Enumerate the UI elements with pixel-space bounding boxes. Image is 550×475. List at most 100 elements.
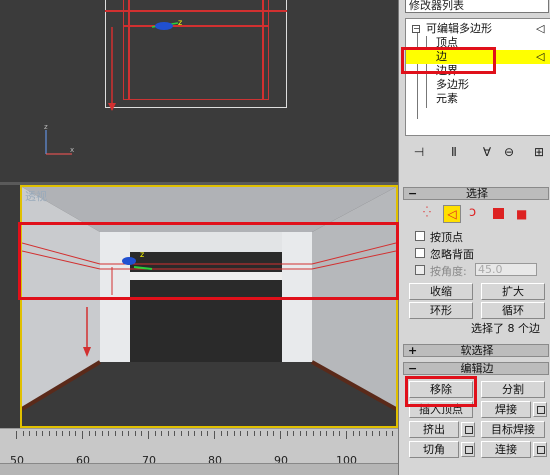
timeline-tick xyxy=(365,431,367,436)
timeline-tick xyxy=(134,431,136,436)
timeline-tick xyxy=(359,431,361,436)
connect-button[interactable]: 连接 xyxy=(481,441,531,458)
timeline-tick xyxy=(379,431,380,436)
timeline-tick xyxy=(280,431,281,439)
timeline-tick xyxy=(227,431,229,436)
insert-vertex-button[interactable]: 插入顶点 xyxy=(409,401,473,418)
border-mode-icon[interactable]: ↄ xyxy=(469,205,476,220)
modifier-list-dropdown[interactable]: 修改器列表 xyxy=(405,0,549,13)
stack-item-edge[interactable]: 边 ◁ xyxy=(406,50,550,64)
stack-item-label: 边 xyxy=(436,50,447,63)
ring-button[interactable]: 环形 xyxy=(409,302,473,319)
timeline-tick xyxy=(88,431,90,436)
timeline-tick xyxy=(101,431,103,436)
shrink-button[interactable]: 收缩 xyxy=(409,283,473,300)
timeline-tick xyxy=(95,431,97,436)
loop-button[interactable]: 循环 xyxy=(481,302,545,319)
stack-item-label: 多边形 xyxy=(436,78,469,91)
viewport-front[interactable]: z z x xyxy=(0,0,398,182)
split-button[interactable]: 分割 xyxy=(481,381,545,398)
stack-item-polygon[interactable]: 多边形 xyxy=(406,78,550,92)
timeline-tick xyxy=(332,431,334,436)
timeline-tick xyxy=(299,431,301,436)
target-weld-button[interactable]: 目标焊接 xyxy=(481,421,545,438)
viewport-left-edge xyxy=(0,185,20,428)
extrude-settings-button[interactable] xyxy=(461,422,475,437)
vertex-mode-icon[interactable]: ⁛ xyxy=(423,207,431,218)
element-mode-icon[interactable]: ■ xyxy=(516,207,527,221)
grow-button[interactable]: 扩大 xyxy=(481,283,545,300)
polygon-mode-icon[interactable] xyxy=(493,208,504,219)
by-vertex-label: 按顶点 xyxy=(430,231,463,244)
timeline-tick xyxy=(42,431,44,436)
rollout-soft-selection-header[interactable]: + 软选择 xyxy=(403,344,549,357)
stack-item-vertex[interactable]: 顶点 xyxy=(406,36,550,50)
timeline-tick xyxy=(161,431,163,436)
timeline-tick xyxy=(313,431,314,436)
timeline-tick xyxy=(207,431,209,436)
timeline-tick xyxy=(154,431,156,436)
svg-text:z: z xyxy=(140,250,144,259)
light-bulb-icon[interactable]: ◁ xyxy=(536,50,544,64)
timeline-tick xyxy=(174,431,176,436)
modifier-stack[interactable]: − 可编辑多边形 ◁ 顶点 边 ◁ 边界 多边形 元素 xyxy=(405,18,550,136)
configure-sets-icon[interactable]: ⊞ xyxy=(529,143,549,161)
pin-stack-icon[interactable]: ⊣ xyxy=(409,143,429,161)
timeline-tick xyxy=(187,431,189,436)
timeline-tick xyxy=(167,431,169,436)
remove-button[interactable]: 移除 xyxy=(409,381,473,398)
timeline-tick xyxy=(260,431,262,436)
timeline-tick xyxy=(16,431,17,439)
by-vertex-checkbox[interactable] xyxy=(415,231,425,241)
remove-modifier-icon[interactable]: ⊖ xyxy=(499,143,519,161)
weld-settings-button[interactable] xyxy=(533,402,547,417)
make-unique-icon[interactable]: ∀ xyxy=(477,143,497,161)
svg-text:z: z xyxy=(178,18,182,27)
transform-gizmo-icon: z xyxy=(108,18,182,111)
angle-spinner[interactable]: 45.0 xyxy=(475,263,537,276)
show-end-result-icon[interactable]: Ⅱ xyxy=(444,143,464,161)
timeline-tick xyxy=(319,431,321,436)
timeline-tick xyxy=(35,431,37,436)
timeline-tick xyxy=(233,431,235,436)
stack-item-label: 顶点 xyxy=(436,36,458,49)
ignore-backfacing-label: 忽略背面 xyxy=(430,248,474,261)
stack-item-label: 可编辑多边形 xyxy=(426,22,492,35)
chamfer-button[interactable]: 切角 xyxy=(409,441,459,458)
viewport-perspective[interactable]: z 透视 xyxy=(20,185,398,428)
chamfer-settings-button[interactable] xyxy=(461,442,475,457)
timeline-tick xyxy=(29,431,31,436)
collapse-icon[interactable]: − xyxy=(412,25,420,33)
connect-settings-button[interactable] xyxy=(533,442,547,457)
ignore-backfacing-checkbox[interactable] xyxy=(415,248,425,258)
timeline-tick xyxy=(352,431,354,436)
weld-button[interactable]: 焊接 xyxy=(481,401,531,418)
timeline-tick xyxy=(128,431,130,436)
timeline-tick xyxy=(253,431,255,436)
timeline-tick xyxy=(306,431,308,436)
stack-item-border[interactable]: 边界 xyxy=(406,64,550,78)
extrude-button[interactable]: 挤出 xyxy=(409,421,459,438)
stack-item-editable-poly[interactable]: − 可编辑多边形 ◁ xyxy=(406,22,550,36)
timeline-tick xyxy=(22,431,24,436)
timeline-tick xyxy=(82,431,83,439)
stack-toolbar: ⊣ Ⅱ ∀ ⊖ ⊞ xyxy=(399,143,550,163)
timeline-tick xyxy=(214,431,215,439)
selection-status: 选择了 8 个边 xyxy=(471,322,540,335)
timeline-tick xyxy=(293,431,295,436)
stack-item-element[interactable]: 元素 xyxy=(406,92,550,106)
rollout-edit-edges-header[interactable]: − 编辑边 xyxy=(403,362,549,375)
viewport-label[interactable]: 透视 xyxy=(25,188,47,204)
rollout-selection-header[interactable]: − 选择 xyxy=(403,187,549,200)
timeline-tick xyxy=(55,431,57,436)
edge-mode-icon[interactable]: ◁ xyxy=(443,205,461,223)
by-angle-checkbox[interactable] xyxy=(415,265,425,275)
timeline-tick xyxy=(392,431,394,436)
command-panel: 修改器列表 − 可编辑多边形 ◁ 顶点 边 ◁ 边界 多边形 元素 ⊣ Ⅱ ∀ … xyxy=(398,0,550,475)
app-window: z z x z 透视 50 60 70 80 90 100 修改器列表 − 可编… xyxy=(0,0,550,475)
room-scene: z xyxy=(22,187,396,426)
timeline-tick xyxy=(286,431,288,436)
timeline-tick xyxy=(346,431,347,439)
wire-edge xyxy=(262,0,264,100)
light-bulb-icon[interactable]: ◁ xyxy=(536,22,544,36)
